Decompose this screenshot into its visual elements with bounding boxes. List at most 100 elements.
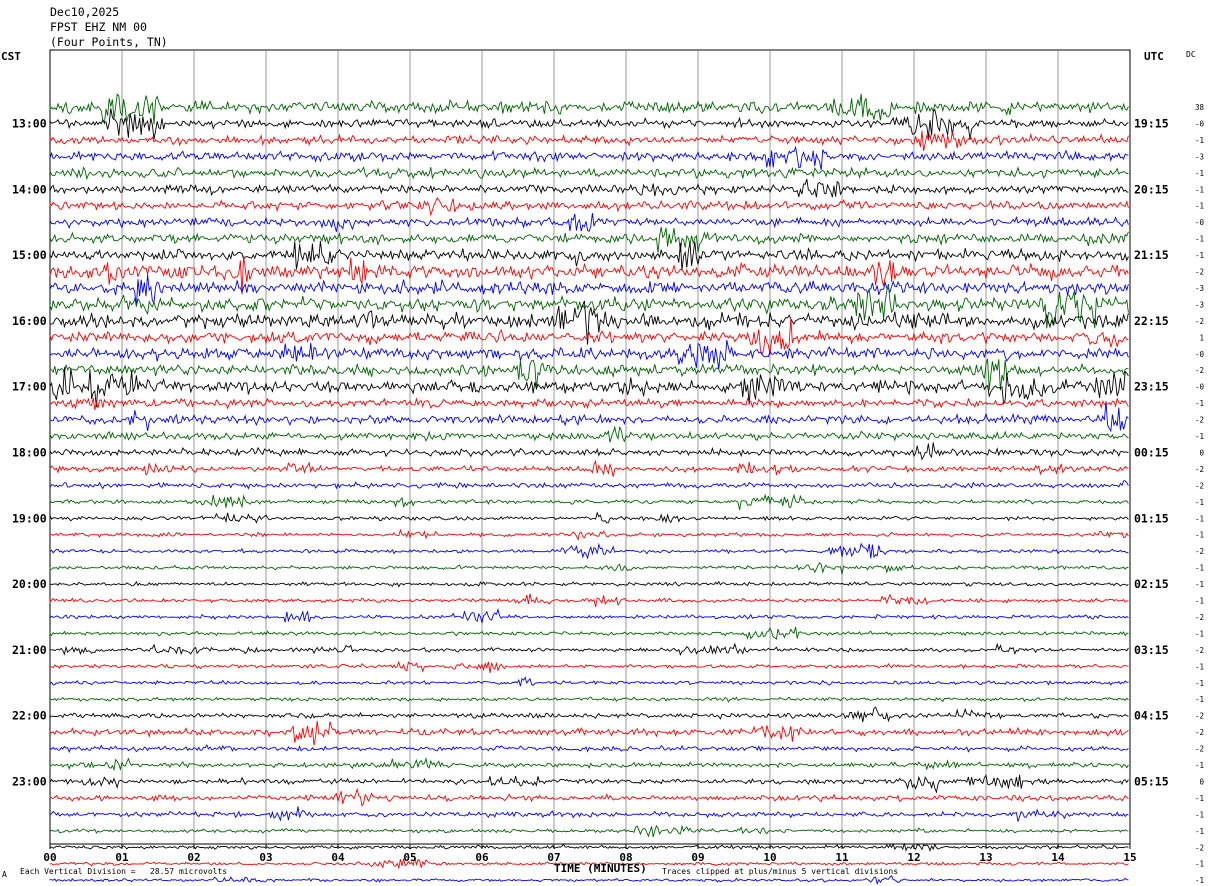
x-tick-label: 04 [331, 851, 345, 864]
x-tick-label: 13 [979, 851, 992, 864]
x-tick-label: 01 [115, 851, 129, 864]
x-tick-label: 02 [187, 851, 200, 864]
dc-offset-label: -1 [1195, 662, 1204, 671]
seismic-trace-40 [49, 744, 1129, 753]
dc-offset-label: -1 [1195, 399, 1204, 408]
dc-offset-label: -2 [1195, 843, 1204, 852]
seismic-trace-26 [49, 511, 1129, 524]
seismogram-chart: 00 01 02 03 04 05 06 07 08 09 10 11 12 13 14 1538-0-1-3… [12, 49, 1205, 886]
seismic-trace-42 [49, 773, 1129, 794]
utc-hour-label: 05:15 [1134, 774, 1169, 788]
x-tick-label: 03 [259, 851, 272, 864]
dc-offset-label: -1 [1195, 432, 1204, 441]
cst-hour-label: 18:00 [12, 445, 47, 459]
x-tick-label: 11 [835, 851, 849, 864]
dc-offset-label: -2 [1195, 416, 1204, 425]
dc-offset-label: -2 [1195, 728, 1204, 737]
seismic-trace-36 [49, 676, 1129, 687]
dc-offset-label: 1 [1199, 333, 1204, 342]
dc-offset-label: -1 [1195, 695, 1204, 704]
dc-offset-label: -0 [1195, 350, 1205, 359]
seismic-trace-10 [49, 240, 1129, 271]
seismic-trace-39 [49, 721, 1129, 746]
seismic-trace-5 [49, 166, 1129, 181]
utc-hour-label: 04:15 [1134, 709, 1169, 723]
dc-offset-label: 38 [1195, 103, 1205, 112]
dc-offset-label: -1 [1195, 531, 1204, 540]
seismic-trace-14 [49, 300, 1129, 345]
seismic-trace-21 [49, 425, 1129, 443]
dc-offset-label: -0 [1195, 218, 1205, 227]
seismic-trace-44 [49, 806, 1129, 822]
dc-offset-label: -1 [1195, 679, 1204, 688]
vertical-scale-note: Each Vertical Division = 28.57 microvolt… [20, 867, 228, 876]
dc-offset-label: 0 [1199, 777, 1204, 786]
x-tick-label: 05 [403, 851, 416, 864]
seismic-trace-1 [49, 93, 1129, 126]
dc-offset-label: -2 [1195, 268, 1204, 277]
utc-hour-label: 02:15 [1134, 577, 1169, 591]
seismic-trace-16 [49, 339, 1129, 370]
cst-hour-label: 14:00 [12, 182, 47, 196]
utc-hour-label: 20:15 [1134, 182, 1169, 196]
dc-offset-label: -1 [1195, 761, 1204, 770]
seismic-trace-24 [49, 480, 1129, 490]
x-axis-title: TIME (MINUTES) [554, 862, 647, 875]
cst-hour-label: 21:00 [12, 643, 47, 657]
dc-offset-label: -1 [1195, 251, 1204, 260]
dc-offset-label: -0 [1195, 119, 1205, 128]
cst-hour-label: 22:00 [12, 709, 47, 723]
dc-offset-label: -3 [1195, 300, 1204, 309]
seismic-trace-7 [49, 196, 1129, 217]
utc-hour-label: 22:15 [1134, 314, 1169, 328]
dc-offset-label: -1 [1195, 597, 1204, 606]
seismic-trace-12 [49, 274, 1129, 307]
dc-offset-label: -1 [1195, 827, 1204, 836]
seismic-trace-43 [49, 787, 1129, 808]
cst-hour-label: 13:00 [12, 116, 47, 130]
dc-offset-label: -1 [1195, 580, 1204, 589]
seismic-trace-48 [49, 875, 1129, 886]
seismic-trace-34 [49, 642, 1129, 657]
dc-offset-label: -2 [1195, 646, 1204, 655]
dc-offset-label: -1 [1195, 498, 1204, 507]
utc-hour-label: 21:15 [1134, 248, 1169, 262]
dc-offset-label: -3 [1195, 152, 1204, 161]
seismic-trace-4 [49, 145, 1129, 171]
dc-offset-label: -1 [1195, 136, 1204, 145]
utc-hour-label: 19:15 [1134, 116, 1169, 130]
x-tick-label: 00 [43, 851, 56, 864]
dc-offset-label: -1 [1195, 514, 1204, 523]
dc-offset-label: -1 [1195, 876, 1204, 885]
seismic-trace-3 [49, 130, 1129, 152]
dc-offset-label: -3 [1195, 284, 1204, 293]
seismic-trace-33 [49, 626, 1129, 640]
dc-offset-label: -2 [1195, 547, 1204, 556]
cst-hour-label: 15:00 [12, 248, 47, 262]
dc-offset-label: -2 [1195, 317, 1204, 326]
dc-offset-label: -1 [1195, 169, 1204, 178]
x-tick-label: 14 [1051, 851, 1065, 864]
clip-note: Traces clipped at plus/minus 5 vertical … [662, 867, 899, 876]
seismic-trace-32 [49, 607, 1129, 624]
seismic-trace-30 [49, 580, 1129, 588]
x-tick-label: 15 [1123, 851, 1136, 864]
x-tick-label: 06 [475, 851, 489, 864]
seismic-trace-31 [49, 593, 1129, 608]
seismic-trace-29 [49, 562, 1129, 575]
dc-offset-label: -2 [1195, 613, 1204, 622]
seismic-trace-25 [49, 493, 1129, 510]
cst-hour-label: 16:00 [12, 314, 47, 328]
x-tick-label: 09 [691, 851, 704, 864]
dc-offset-label: -2 [1195, 366, 1204, 375]
dc-offset-label: -2 [1195, 465, 1204, 474]
seismic-trace-45 [49, 824, 1129, 838]
footer-marker: A [2, 870, 7, 879]
seismic-trace-35 [49, 660, 1129, 673]
dc-offset-label: -1 [1195, 202, 1204, 211]
seismic-trace-23 [49, 459, 1129, 477]
seismic-trace-38 [49, 706, 1129, 723]
cst-hour-label: 23:00 [12, 774, 47, 788]
cst-hour-label: 19:00 [12, 511, 47, 525]
dc-offset-label: -1 [1195, 564, 1204, 573]
